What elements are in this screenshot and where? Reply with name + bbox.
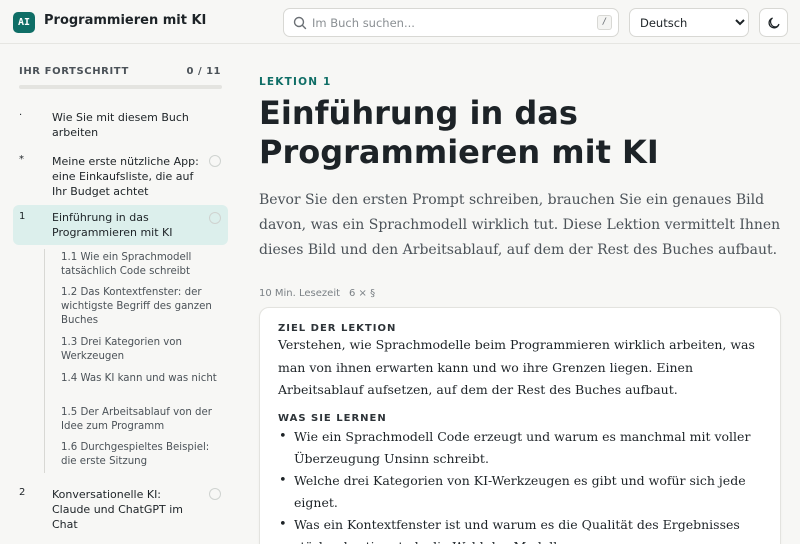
sidebar-item-label: Wie Sie mit diesem Buch arbeiten (52, 111, 189, 139)
list-item: Was ein Kontextfenster ist und warum es … (278, 514, 768, 544)
language-select[interactable]: Deutsch (629, 8, 749, 37)
list-item: Wie ein Sprachmodell Code erzeugt und wa… (278, 426, 768, 470)
sidebar-item-marker: 2 (19, 487, 26, 498)
section-link-1-5[interactable]: 1.5 Der Arbeitsablauf von der Idee zum P… (61, 406, 226, 434)
page-title: Einführung in das Programmieren mit KI (259, 94, 659, 171)
sidebar-item-label: Einführung in das Programmieren mit KI (52, 211, 173, 239)
completion-circle-icon[interactable] (209, 155, 221, 167)
sidebar-item-marker: 1 (19, 211, 26, 222)
section-link-1-4[interactable]: 1.4 Was KI kann und was nicht (61, 372, 226, 386)
sidebar-item-lesson-1[interactable]: 1 Einführung in das Programmieren mit KI (13, 205, 228, 245)
reading-time: 10 Min. Lesezeit (259, 288, 341, 299)
sidebar-item-label: Meine erste nützliche App: eine Einkaufs… (52, 155, 199, 198)
lesson-meta: 10 Min. Lesezeit 6 × § (259, 288, 384, 299)
lesson-intro: Bevor Sie den ersten Prompt schreiben, b… (259, 192, 781, 258)
learn-heading: WAS SIE LERNEN (278, 413, 387, 424)
progress-bar (19, 85, 222, 89)
completion-circle-icon[interactable] (209, 488, 221, 500)
goal-heading: ZIEL DER LEKTION (278, 323, 397, 334)
sidebar-item-how-to-use[interactable]: · Wie Sie mit diesem Buch arbeiten (13, 108, 228, 142)
section-link-1-1[interactable]: 1.1 Wie ein Sprachmodell tatsächlich Cod… (61, 251, 226, 279)
progress-label: IHR FORTSCHRITT (19, 66, 129, 77)
section-link-1-3[interactable]: 1.3 Drei Kategorien von Werkzeugen (61, 336, 226, 364)
section-link-1-2[interactable]: 1.2 Das Kontextfenster: der wichtigste B… (61, 286, 226, 328)
lesson-goals-card: ZIEL DER LEKTION Verstehen, wie Sprachmo… (259, 307, 781, 544)
search-box[interactable]: / (283, 8, 619, 37)
list-item: Welche drei Kategorien von KI-Werkzeugen… (278, 470, 768, 514)
search-icon (293, 16, 307, 30)
sidebar: IHR FORTSCHRITT 0 / 11 · Wie Sie mit die… (0, 44, 240, 544)
theme-toggle-button[interactable] (759, 8, 788, 37)
top-bar: AI Programmieren mit KI / Deutsch (0, 0, 800, 44)
lesson-kicker: LEKTION 1 (259, 76, 332, 88)
search-shortcut-hint: / (597, 15, 612, 30)
lesson-1-sections: 1.1 Wie ein Sprachmodell tatsächlich Cod… (44, 249, 224, 473)
sidebar-item-label: Konversationelle KI: Claude und ChatGPT … (52, 488, 183, 531)
completion-circle-icon[interactable] (209, 212, 221, 224)
sidebar-item-marker: · (19, 110, 23, 121)
app-logo[interactable]: AI (13, 12, 35, 33)
search-input[interactable] (312, 13, 582, 33)
app-title[interactable]: Programmieren mit KI (44, 13, 206, 28)
goal-text: Verstehen, wie Sprachmodelle beim Progra… (278, 337, 755, 397)
section-count: 6 × § (349, 288, 376, 299)
learn-list: Wie ein Sprachmodell Code erzeugt und wa… (278, 426, 768, 544)
progress-count: 0 / 11 (186, 66, 221, 77)
sidebar-item-first-app[interactable]: * Meine erste nützliche App: eine Einkau… (13, 152, 228, 200)
sidebar-item-lesson-2[interactable]: 2 Konversationelle KI: Claude und ChatGP… (13, 485, 228, 533)
sidebar-item-marker: * (19, 154, 24, 165)
section-link-1-6[interactable]: 1.6 Durchgespieltes Beispiel: die erste … (61, 441, 226, 469)
moon-icon (768, 17, 780, 29)
